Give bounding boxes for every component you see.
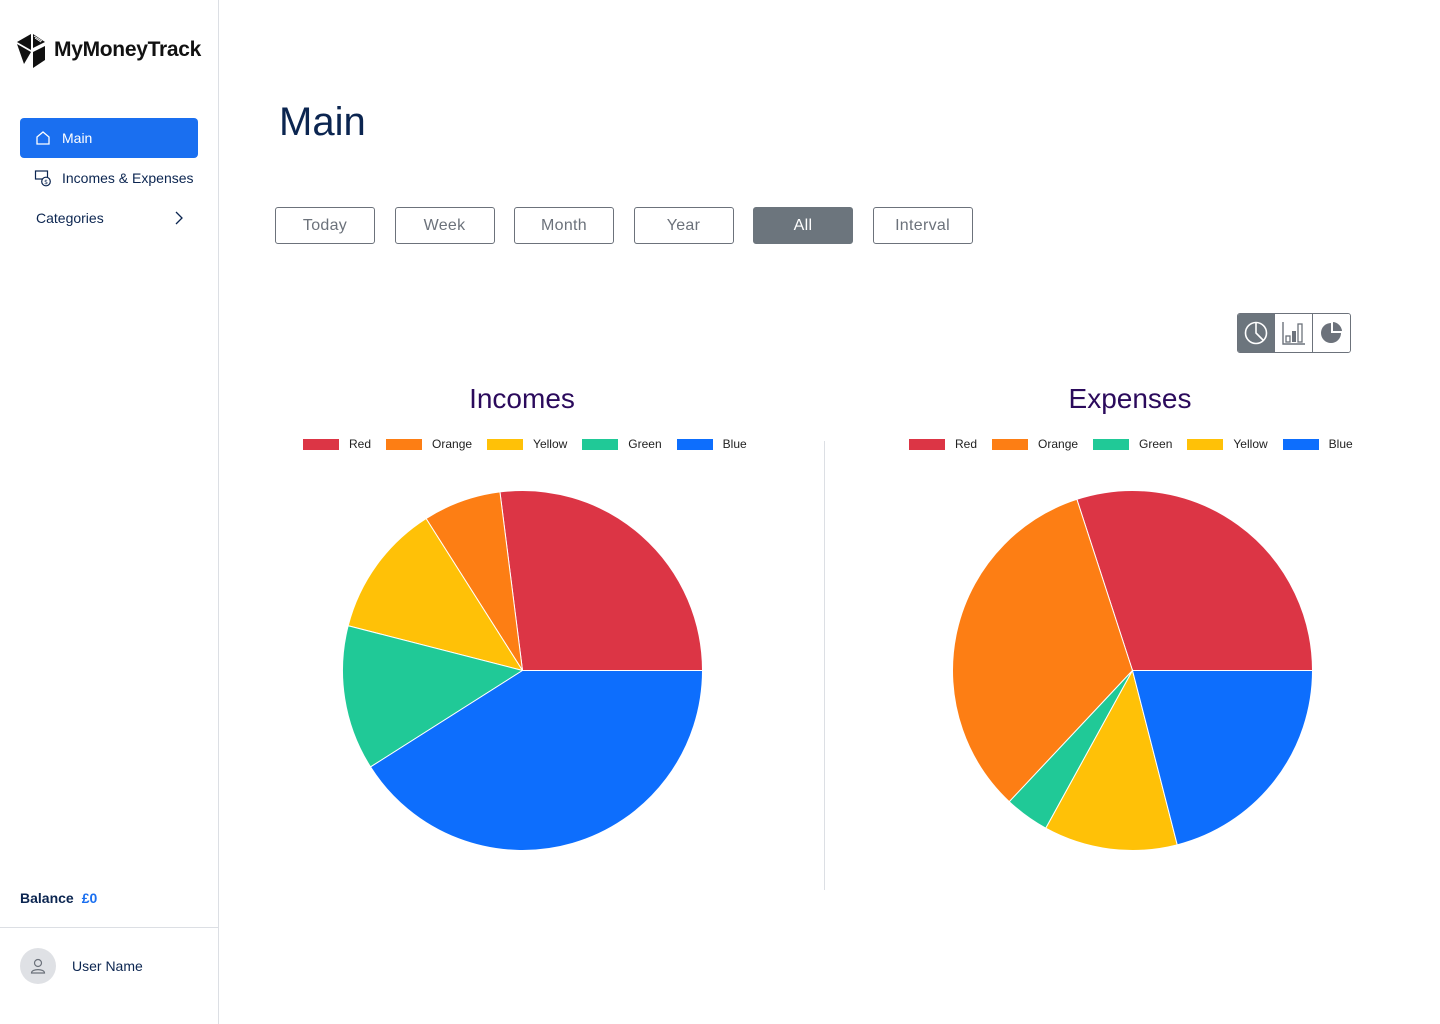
legend-swatch [909,438,945,450]
legend-swatch [1187,438,1224,450]
legend-item[interactable]: Orange [386,437,472,451]
pie-chart-filled-icon [1321,322,1343,343]
legend-label: Yellow [1233,437,1268,451]
legend-swatch [992,438,1029,450]
balance: Balance £0 [20,890,97,906]
sidebar-item-label: Incomes & Expenses [62,170,194,186]
legend-swatch [1282,438,1319,450]
legend-swatch [1093,438,1130,450]
page-title: Main [279,100,366,144]
incomes-chart-title: Incomes [469,383,575,414]
pie-view-button[interactable] [1238,314,1276,352]
legend-label: Orange [1038,437,1079,451]
app-name: MyMoneyTrack [54,38,201,61]
legend-swatch [303,438,339,450]
bar-view-button[interactable] [1275,314,1313,352]
balance-value: £0 [81,890,98,906]
filter-today-button[interactable]: Today [275,207,375,244]
donut-view-button[interactable] [1312,314,1350,352]
legend-swatch [582,438,619,450]
money-exchange-icon: $ [34,169,52,187]
legend-swatch [386,438,423,450]
balance-label: Balance [20,890,74,906]
legend-label: Red [349,437,372,451]
legend-item[interactable]: Orange [992,437,1078,451]
sidebar-item-label: Categories [36,210,104,226]
filter-interval-button[interactable]: Interval [872,207,973,244]
sidebar-nav: Main $ Incomes & Expenses Categories [20,118,198,238]
user-icon [30,958,46,974]
brand-logo[interactable]: MyMoneyTrack [14,30,201,70]
legend-label: Blue [722,437,747,451]
legend-swatch [676,438,713,450]
legend-item[interactable]: Green [582,437,662,451]
pie-chart-outline-icon [1244,321,1268,345]
chart-type-switch [1237,313,1351,353]
chevron-right-icon [174,210,184,226]
legend-item[interactable]: Blue [1282,437,1353,451]
bar-chart-icon [1281,322,1305,345]
avatar [20,948,56,984]
expenses-chart-title: Expenses [1068,383,1192,414]
incomes-pie-chart [342,490,704,851]
filter-month-button[interactable]: Month [514,207,614,244]
legend-label: Orange [432,437,473,451]
legend-label: Green [1139,437,1173,451]
filter-year-button[interactable]: Year [633,207,734,244]
user-name: User Name [72,958,143,974]
period-filters: Today Week Month Year All Interval [275,207,992,244]
filter-week-button[interactable]: Week [394,207,495,244]
user-profile[interactable]: User Name [20,948,143,984]
pie-slice-red[interactable] [499,490,704,671]
filter-all-button[interactable]: All [753,207,853,244]
legend-item[interactable]: Red [303,437,371,451]
incomes-legend: Red Orange Yellow Green Blue [303,437,762,451]
legend-label: Yellow [533,437,568,451]
sidebar-item-main[interactable]: Main [20,118,198,158]
home-icon [34,129,52,147]
divider [0,927,219,928]
expenses-legend: Red Orange Green Yellow Blue [909,437,1368,451]
legend-item[interactable]: Green [1093,437,1172,451]
sidebar-item-incomes-expenses[interactable]: $ Incomes & Expenses [20,158,198,198]
sidebar-item-label: Main [62,130,93,146]
legend-item[interactable]: Red [909,437,977,451]
legend-swatch [487,438,524,450]
sidebar-item-categories[interactable]: Categories [20,198,198,238]
divider [824,441,825,890]
legend-item[interactable]: Yellow [487,437,567,451]
legend-label: Red [955,437,978,451]
legend-label: Blue [1328,437,1353,451]
legend-item[interactable]: Blue [676,437,747,451]
sidebar: MyMoneyTrack Main $ Incomes & Expenses C… [0,0,219,1024]
logo-icon [17,34,45,68]
legend-label: Green [628,437,662,451]
legend-item[interactable]: Yellow [1187,437,1268,451]
expenses-pie-chart [952,490,1314,851]
svg-text:$: $ [44,179,48,186]
